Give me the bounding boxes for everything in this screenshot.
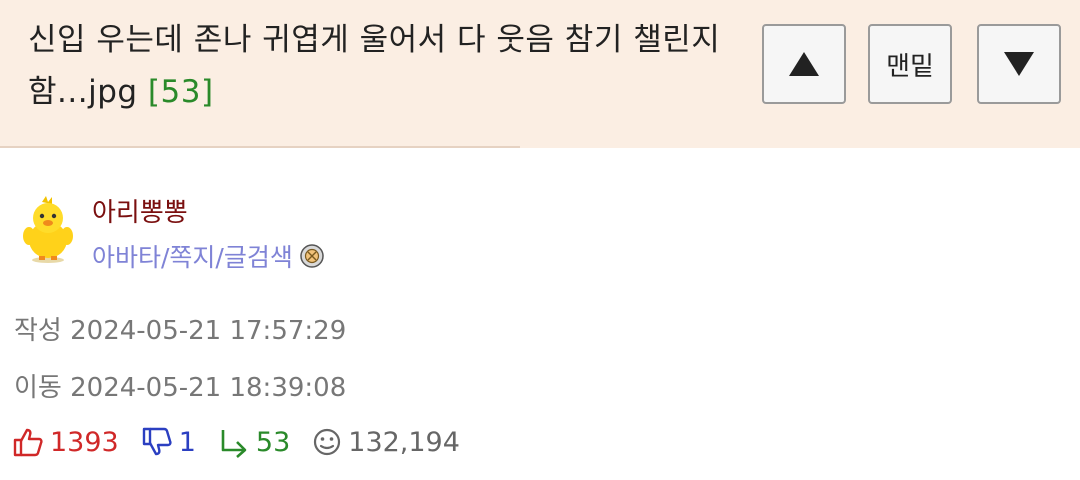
smiley-face-icon [314,428,341,456]
scroll-down-button[interactable] [977,24,1061,104]
post-title-text: 신입 우는데 존나 귀엽게 울어서 다 웃음 참기 챌린지함...jpg [28,22,721,110]
triangle-up-icon [789,52,819,76]
reply-arrow-icon [221,430,247,458]
scroll-bottom-label: 맨밑 [886,51,934,82]
member-badge-icon [300,244,324,268]
view-count: 132,194 [348,426,460,458]
scroll-bottom-button[interactable]: 맨밑 [868,24,952,104]
dislike-stat[interactable]: 1 [141,426,196,458]
comment-count[interactable]: [53] [148,74,214,110]
view-stat: 132,194 [312,427,460,458]
scroll-top-button[interactable] [762,24,846,104]
post-stats: 1393 1 53 132,194 [12,422,482,462]
reply-stat[interactable]: 53 [218,426,290,458]
post-title: 신입 우는데 존나 귀엽게 울어서 다 웃음 참기 챌린지함...jpg [53… [28,14,728,118]
thumbs-up-icon [13,428,43,457]
like-count: 1393 [50,426,119,458]
thumbs-down-icon [142,427,172,456]
author-links[interactable]: 아바타/쪽지/글검색 [92,238,325,274]
like-stat[interactable]: 1393 [12,426,119,458]
dislike-count: 1 [178,426,196,458]
moved-timestamp: 이동 2024-05-21 18:39:08 [14,373,347,403]
created-timestamp: 작성 2024-05-21 17:57:29 [14,316,347,346]
triangle-down-icon [1004,52,1034,76]
author-name[interactable]: 아리뽕뽕 [92,192,188,229]
author-links-text[interactable]: 아바타/쪽지/글검색 [92,238,293,274]
author-avatar[interactable] [22,196,74,264]
reply-count: 53 [255,426,291,458]
